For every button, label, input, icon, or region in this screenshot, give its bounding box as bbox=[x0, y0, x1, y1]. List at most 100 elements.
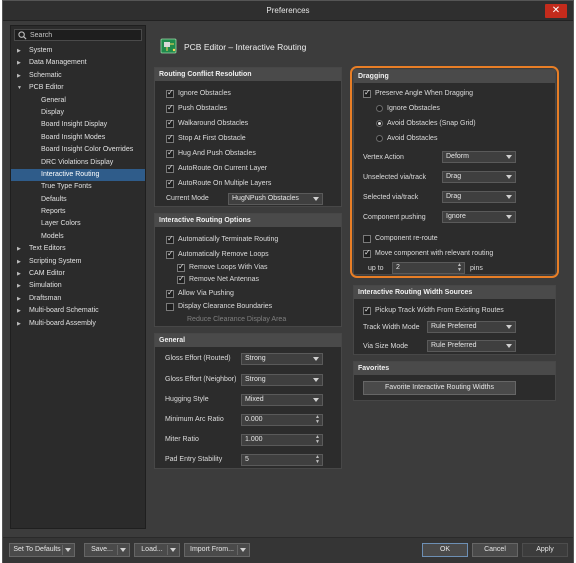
spinner-arrows-icon[interactable]: ▲ ▼ bbox=[315, 415, 320, 425]
tree-item-label: Schematic bbox=[29, 71, 62, 79]
tree-item-pcb-editor[interactable]: ▼ PCB Editor bbox=[11, 82, 145, 94]
collapsed-arrow-icon[interactable]: ▶ bbox=[17, 318, 21, 330]
tree-item-general[interactable]: General bbox=[11, 95, 145, 107]
collapsed-arrow-icon[interactable]: ▶ bbox=[17, 70, 21, 82]
walkaround-obstacles-checkbox[interactable] bbox=[166, 118, 174, 128]
tree-item-board-insight-modes[interactable]: Board Insight Modes bbox=[11, 132, 145, 144]
auto-remove-loops-checkbox[interactable] bbox=[166, 249, 174, 259]
tree-item-interactive-routing[interactable]: Interactive Routing bbox=[11, 168, 145, 182]
pad-entry-value: 5 bbox=[245, 456, 249, 463]
chevron-down-icon bbox=[313, 357, 319, 361]
set-to-defaults-button[interactable]: Set To Defaults bbox=[9, 543, 75, 557]
pickup-track-width-label: Pickup Track Width From Existing Routes bbox=[375, 307, 504, 314]
display-clearance-checkbox[interactable] bbox=[166, 303, 174, 311]
display-clearance-label: Display Clearance Boundaries bbox=[178, 303, 273, 310]
tree-item-label: Multi-board Assembly bbox=[29, 319, 96, 327]
tree-item-scripting-system[interactable]: ▶ Scripting System bbox=[11, 256, 145, 268]
ignore-obstacles-label: Ignore Obstacles bbox=[178, 90, 231, 97]
pickup-track-width-checkbox[interactable] bbox=[363, 305, 371, 315]
tree-item-board-insight-color-overrides[interactable]: Board Insight Color Overrides bbox=[11, 144, 145, 156]
tree-item-multi-board-assembly[interactable]: ▶ Multi-board Assembly bbox=[11, 318, 145, 330]
search-input[interactable]: Search bbox=[14, 29, 142, 41]
tree-item-models[interactable]: Models bbox=[11, 231, 145, 243]
chevron-down-icon[interactable] bbox=[65, 548, 71, 552]
autoroute-current-layer-label: AutoRoute On Current Layer bbox=[178, 165, 268, 172]
gloss-neighbor-label: Gloss Effort (Neighbor) bbox=[165, 376, 237, 383]
remove-net-antennas-checkbox[interactable] bbox=[177, 274, 185, 284]
set-to-defaults-label: Set To Defaults bbox=[13, 546, 61, 553]
tree-item-drc-violations-display[interactable]: DRC Violations Display bbox=[11, 157, 145, 169]
tree-item-label: Layer Colors bbox=[41, 220, 81, 228]
collapsed-arrow-icon[interactable]: ▶ bbox=[17, 57, 21, 69]
spinner-arrows-icon[interactable]: ▲ ▼ bbox=[315, 455, 320, 465]
tree-item-layer-colors[interactable]: Layer Colors bbox=[11, 218, 145, 230]
ignore-obstacles-checkbox[interactable] bbox=[166, 88, 174, 98]
track-width-mode-dropdown[interactable]: Rule Preferred bbox=[427, 321, 516, 333]
tree-item-draftsman[interactable]: ▶ Draftsman bbox=[11, 293, 145, 305]
expanded-arrow-icon[interactable]: ▼ bbox=[17, 82, 22, 94]
auto-terminate-checkbox[interactable] bbox=[166, 234, 174, 244]
tree-item-data-management[interactable]: ▶ Data Management bbox=[11, 57, 145, 69]
chevron-down-icon[interactable] bbox=[240, 548, 246, 552]
push-obstacles-checkbox[interactable] bbox=[166, 103, 174, 113]
close-button[interactable]: ✕ bbox=[545, 4, 567, 18]
remove-net-antennas-label: Remove Net Antennas bbox=[189, 276, 260, 283]
remove-loops-vias-checkbox[interactable] bbox=[177, 262, 185, 272]
pad-entry-input[interactable]: 5 ▲ ▼ bbox=[241, 454, 323, 466]
chevron-down-icon bbox=[506, 325, 512, 329]
autoroute-current-layer-checkbox[interactable] bbox=[166, 163, 174, 173]
page-title: PCB Editor – Interactive Routing bbox=[184, 42, 307, 52]
track-width-mode-label: Track Width Mode bbox=[363, 324, 420, 331]
collapsed-arrow-icon[interactable]: ▶ bbox=[17, 268, 21, 280]
collapsed-arrow-icon[interactable]: ▶ bbox=[17, 243, 21, 255]
hugging-style-dropdown[interactable]: Mixed bbox=[241, 394, 323, 406]
load-button[interactable]: Load... bbox=[134, 543, 180, 557]
tree-item-multi-board-schematic[interactable]: ▶ Multi-board Schematic bbox=[11, 305, 145, 317]
stop-first-obstacle-label: Stop At First Obstacle bbox=[178, 135, 246, 142]
via-size-mode-dropdown[interactable]: Rule Preferred bbox=[427, 340, 516, 352]
tree-item-cam-editor[interactable]: ▶ CAM Editor bbox=[11, 268, 145, 280]
bottom-button-bar: Set To Defaults Save... Load... Import F… bbox=[3, 537, 573, 563]
interactive-routing-options-panel: Interactive Routing Options Automaticall… bbox=[154, 213, 342, 327]
autoroute-multiple-layers-checkbox[interactable] bbox=[166, 178, 174, 188]
tree-item-display[interactable]: Display bbox=[11, 107, 145, 119]
gloss-neighbor-dropdown[interactable]: Strong bbox=[241, 374, 323, 386]
tree-item-text-editors[interactable]: ▶ Text Editors bbox=[11, 243, 145, 255]
collapsed-arrow-icon[interactable]: ▶ bbox=[17, 45, 21, 57]
cancel-button[interactable]: Cancel bbox=[472, 543, 518, 557]
favorite-routing-widths-button[interactable]: Favorite Interactive Routing Widths bbox=[363, 381, 516, 395]
gloss-routed-dropdown[interactable]: Strong bbox=[241, 353, 323, 365]
hug-push-obstacles-checkbox[interactable] bbox=[166, 148, 174, 158]
save-button[interactable]: Save... bbox=[84, 543, 130, 557]
miter-ratio-input[interactable]: 1.000 ▲ ▼ bbox=[241, 434, 323, 446]
chevron-down-icon[interactable] bbox=[120, 548, 126, 552]
allow-via-pushing-checkbox[interactable] bbox=[166, 288, 174, 298]
tree-item-defaults[interactable]: Defaults bbox=[11, 194, 145, 206]
chevron-down-icon[interactable] bbox=[170, 548, 176, 552]
min-arc-ratio-label: Minimum Arc Ratio bbox=[165, 416, 224, 423]
import-from-button[interactable]: Import From... bbox=[184, 543, 250, 557]
ok-button[interactable]: OK bbox=[422, 543, 468, 557]
apply-button[interactable]: Apply bbox=[522, 543, 568, 557]
current-mode-dropdown[interactable]: HugNPush Obstacles bbox=[228, 193, 323, 205]
via-size-mode-value: Rule Preferred bbox=[431, 342, 477, 349]
tree-item-board-insight-display[interactable]: Board Insight Display bbox=[11, 119, 145, 131]
chevron-down-icon bbox=[313, 398, 319, 402]
spinner-arrows-icon[interactable]: ▲ ▼ bbox=[315, 435, 320, 445]
collapsed-arrow-icon[interactable]: ▶ bbox=[17, 280, 21, 292]
collapsed-arrow-icon[interactable]: ▶ bbox=[17, 305, 21, 317]
collapsed-arrow-icon[interactable]: ▶ bbox=[17, 256, 21, 268]
stop-first-obstacle-checkbox[interactable] bbox=[166, 133, 174, 143]
collapsed-arrow-icon[interactable]: ▶ bbox=[17, 293, 21, 305]
tree-item-true-type-fonts[interactable]: True Type Fonts bbox=[11, 181, 145, 193]
allow-via-pushing-label: Allow Via Pushing bbox=[178, 290, 234, 297]
tree-item-simulation[interactable]: ▶ Simulation bbox=[11, 280, 145, 292]
gloss-routed-value: Strong bbox=[245, 355, 266, 362]
tree-item-schematic[interactable]: ▶ Schematic bbox=[11, 70, 145, 82]
gloss-neighbor-value: Strong bbox=[245, 376, 266, 383]
remove-loops-vias-label: Remove Loops With Vias bbox=[189, 264, 268, 271]
tree-item-reports[interactable]: Reports bbox=[11, 206, 145, 218]
min-arc-ratio-input[interactable]: 0.000 ▲ ▼ bbox=[241, 414, 323, 426]
tree-item-label: Multi-board Schematic bbox=[29, 307, 99, 315]
tree-item-system[interactable]: ▶ System bbox=[11, 45, 145, 57]
